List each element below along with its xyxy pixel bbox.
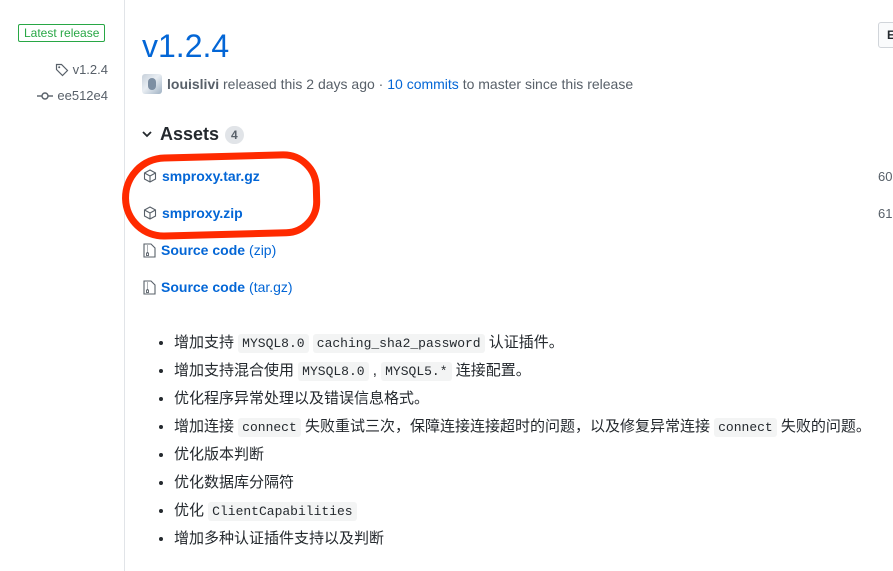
chevron-down-icon (142, 127, 152, 142)
commits-suffix: to master since this release (458, 76, 634, 92)
annotation-circle (120, 150, 322, 241)
release-note-item: 优化版本判断 (174, 442, 893, 470)
asset-format: (zip) (249, 242, 277, 258)
assets-toggle[interactable]: Assets 4 (142, 124, 244, 145)
avatar[interactable] (142, 74, 162, 94)
release-note-item: 优化程序异常处理以及错误信息格式。 (174, 386, 893, 414)
asset-size: 60 (878, 169, 893, 184)
inline-code: caching_sha2_password (312, 334, 485, 353)
release-note-item: 增加支持混合使用 MYSQL8.0 , MYSQL5.* 连接配置。 (174, 358, 893, 386)
edit-button[interactable]: E (878, 22, 893, 48)
release-note-item: 增加支持 MYSQL8.0 caching_sha2_password 认证插件… (174, 330, 893, 358)
inline-code: MYSQL8.0 (298, 362, 369, 381)
note-text: 优化版本判断 (174, 446, 265, 463)
author-link[interactable]: louislivi (167, 76, 219, 92)
asset-item[interactable]: Source code (zip) (143, 242, 276, 258)
release-meta: louislivi released this 2 days ago · 10 … (142, 74, 633, 94)
tag-label: v1.2.4 (72, 62, 108, 77)
file-zip-icon (143, 242, 161, 258)
assets-count: 4 (225, 125, 244, 144)
inline-code: connect (238, 418, 301, 437)
asset-size: 61 (878, 206, 893, 221)
note-text: 增加多种认证插件支持以及判断 (174, 530, 385, 547)
note-text: , (368, 362, 382, 379)
inline-code: MYSQL8.0 (238, 334, 309, 353)
release-title[interactable]: v1.2.4 (142, 26, 229, 66)
git-commit-icon (37, 90, 54, 102)
tag-icon (55, 63, 69, 77)
release-note-item: 优化 ClientCapabilities (174, 498, 893, 526)
note-text: 优化程序异常处理以及错误信息格式。 (174, 390, 430, 407)
note-text: 增加连接 (174, 418, 239, 435)
note-text: 增加支持 (174, 334, 239, 351)
inline-code: ClientCapabilities (208, 502, 357, 521)
asset-name: Source code (161, 242, 246, 258)
note-text: 增加支持混合使用 (174, 362, 299, 379)
note-text: 优化 (174, 502, 209, 519)
assets-heading: Assets (160, 124, 220, 144)
released-text: released this 2 days ago · (219, 76, 388, 92)
asset-item[interactable]: Source code (tar.gz) (143, 279, 293, 295)
release-note-item: 优化数据库分隔符 (174, 470, 893, 498)
note-text: 认证插件。 (484, 334, 564, 351)
note-text: 失败重试三次，保障连接连接超时的问题，以及修复异常连接 (300, 418, 715, 435)
note-text: 优化数据库分隔符 (174, 474, 295, 491)
release-note-item: 增加连接 connect 失败重试三次，保障连接连接超时的问题，以及修复异常连接… (174, 414, 893, 442)
note-text: 失败的问题。 (776, 418, 871, 435)
commit-link[interactable]: ee512e4 (37, 88, 108, 103)
release-sidebar: Latest release v1.2.4 ee512e4 (0, 0, 125, 571)
note-text: 连接配置。 (451, 362, 531, 379)
commits-link[interactable]: 10 commits (387, 76, 459, 92)
inline-code: connect (714, 418, 777, 437)
latest-release-badge: Latest release (18, 24, 106, 42)
commit-label: ee512e4 (57, 88, 108, 103)
asset-format: (tar.gz) (249, 279, 293, 295)
asset-name: Source code (161, 279, 246, 295)
inline-code: MYSQL5.* (381, 362, 452, 381)
release-note-item: 增加多种认证插件支持以及判断 (174, 526, 893, 554)
file-zip-icon (143, 279, 161, 295)
tag-link[interactable]: v1.2.4 (55, 62, 108, 77)
release-notes-list: 增加支持 MYSQL8.0 caching_sha2_password 认证插件… (152, 330, 893, 554)
